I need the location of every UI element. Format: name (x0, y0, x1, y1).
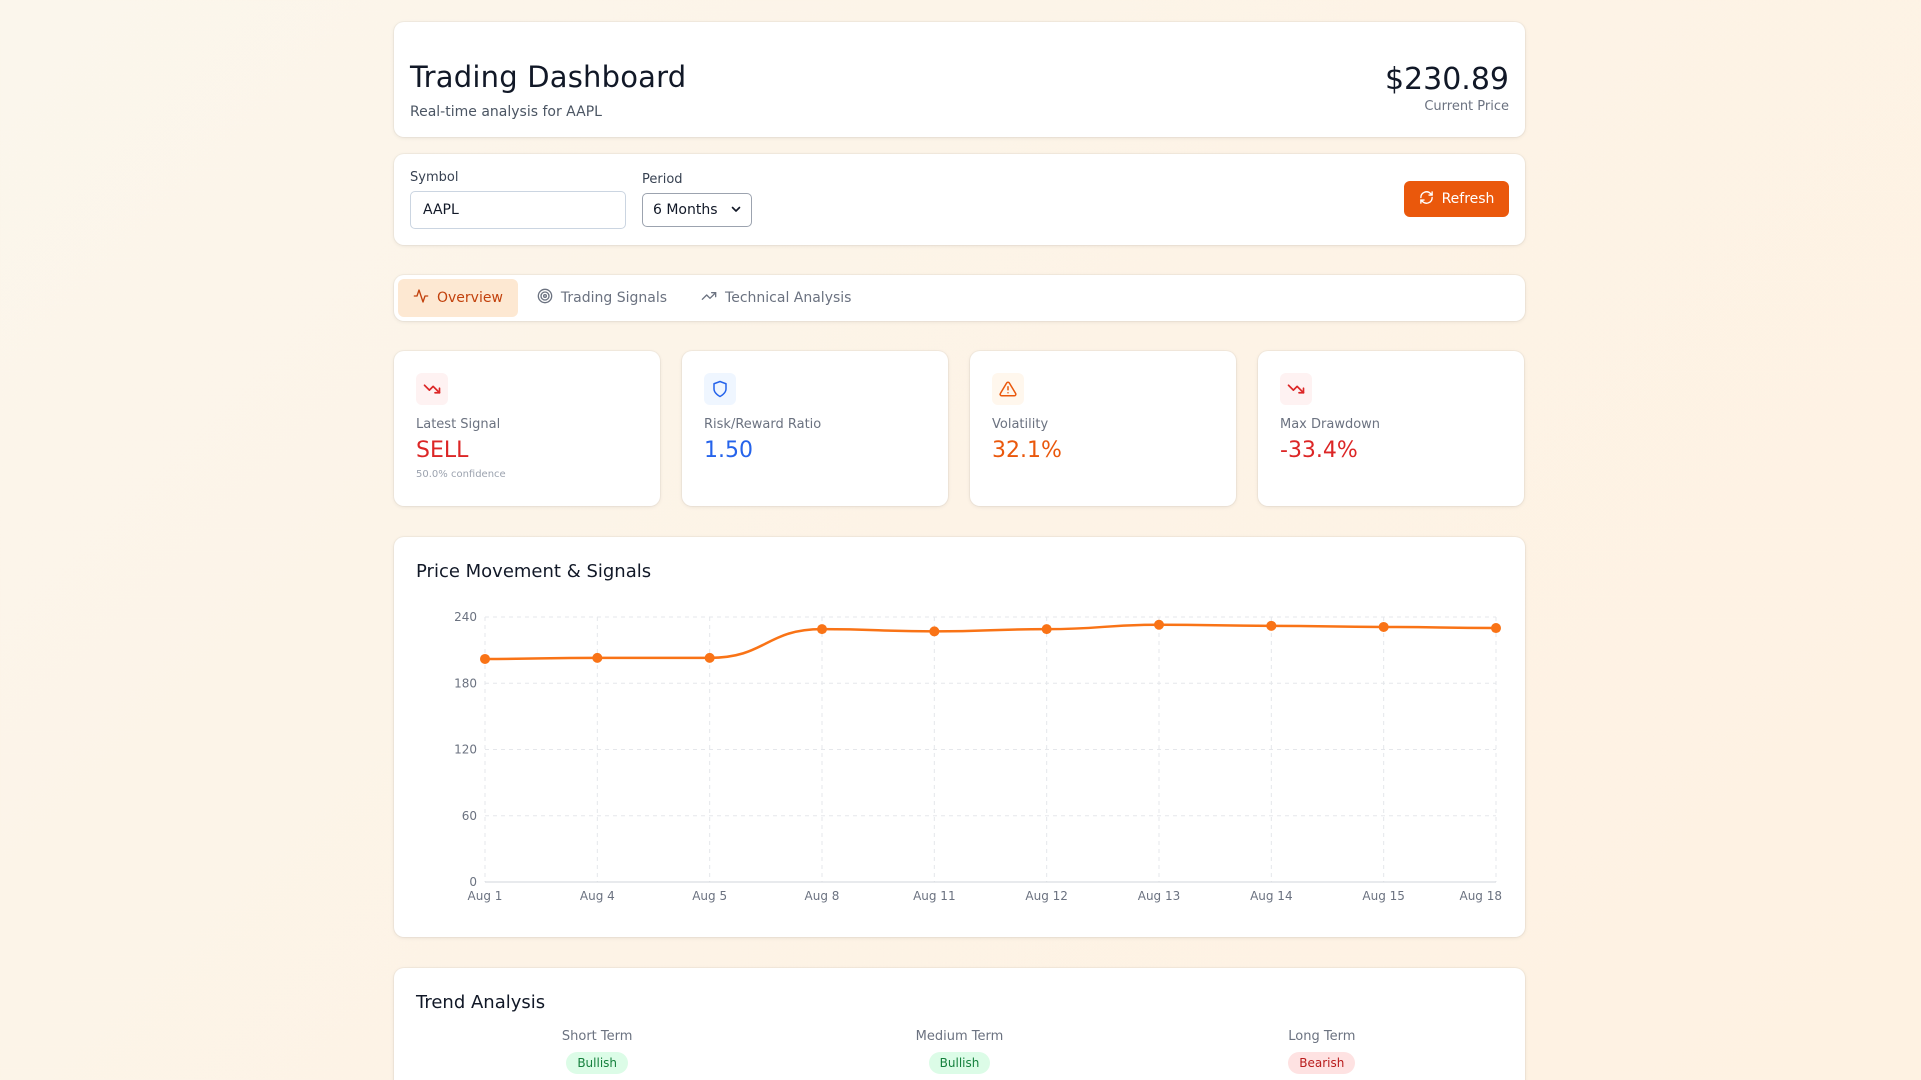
trend-label: Medium Term (915, 1029, 1004, 1044)
data-point (1378, 621, 1389, 632)
refresh-icon (1419, 190, 1434, 209)
data-point (704, 652, 715, 663)
metric-label: Volatility (992, 417, 1049, 432)
tab-trading-signals[interactable]: Trading Signals (522, 279, 682, 317)
data-point (480, 653, 490, 664)
target-icon (537, 288, 553, 308)
title-block: Trading Dashboard Real-time analysis for… (410, 60, 686, 120)
x-tick-label: Aug 14 (1250, 889, 1293, 903)
data-point (1266, 620, 1277, 631)
tab-technical-analysis[interactable]: Technical Analysis (686, 279, 866, 317)
data-point (1491, 623, 1501, 634)
data-point (592, 652, 603, 663)
period-selected-value: 6 Months (653, 202, 718, 218)
current-price-block: $230.89 Current Price (1385, 62, 1509, 114)
metric-value: SELL (416, 438, 469, 463)
metric-value: 32.1% (992, 438, 1062, 463)
trend-medium-term: Medium Term Bullish (778, 1029, 1140, 1074)
controls-card: Symbol Period 6 Months Refresh (394, 154, 1525, 245)
y-tick-label: 60 (462, 809, 477, 823)
trend-row: Short Term Bullish Medium Term Bullish L… (416, 1029, 1503, 1074)
tab-label: Trading Signals (560, 290, 668, 306)
y-tick-label: 120 (454, 743, 477, 757)
trending-up-icon (701, 288, 717, 308)
chevron-down-icon (731, 204, 741, 217)
metric-label: Latest Signal (416, 417, 501, 432)
x-tick-label: Aug 5 (692, 889, 727, 903)
y-tick-label: 240 (454, 610, 477, 624)
current-price-label: Current Price (1424, 99, 1509, 114)
page-title: Trading Dashboard (410, 60, 687, 94)
metric-value: 1.50 (704, 438, 753, 463)
x-tick-label: Aug 4 (580, 889, 615, 903)
alert-triangle-icon (992, 373, 1024, 405)
refresh-label: Refresh (1441, 191, 1495, 207)
page-subtitle: Real-time analysis for AAPL (410, 104, 602, 120)
period-field: Period 6 Months (642, 170, 752, 227)
trend-badge: Bullish (928, 1052, 991, 1074)
trend-long-term: Long Term Bearish (1141, 1029, 1503, 1074)
data-point (1154, 619, 1164, 630)
symbol-label: Symbol (410, 170, 459, 185)
metric-subtext: 50.0% confidence (416, 469, 506, 480)
x-tick-label: Aug 1 (468, 889, 503, 903)
y-tick-label: 180 (454, 676, 477, 690)
x-tick-label: Aug 11 (913, 889, 956, 903)
trending-down-icon (416, 373, 448, 405)
y-tick-label: 0 (469, 875, 477, 889)
tab-label: Technical Analysis (725, 290, 852, 306)
metric-value: -33.4% (1280, 438, 1358, 463)
trend-badge: Bullish (566, 1052, 629, 1074)
tab-bar: Overview Trading Signals Technical Analy… (394, 275, 1525, 321)
symbol-field: Symbol (410, 170, 626, 229)
metric-latest-signal: Latest Signal SELL 50.0% confidence (394, 351, 660, 506)
data-point (817, 624, 827, 635)
data-point (929, 626, 940, 637)
metric-volatility: Volatility 32.1% (970, 351, 1236, 506)
data-point (1041, 624, 1052, 635)
period-label: Period (642, 172, 683, 187)
header-card: Trading Dashboard Real-time analysis for… (394, 22, 1525, 137)
trend-badge: Bearish (1288, 1052, 1356, 1074)
x-tick-label: Aug 8 (805, 889, 840, 903)
shield-icon (704, 373, 736, 405)
trend-label: Short Term (561, 1029, 633, 1044)
tab-label: Overview (437, 290, 503, 306)
x-tick-label: Aug 15 (1362, 889, 1405, 903)
tab-overview[interactable]: Overview (398, 279, 518, 317)
price-chart-card: Price Movement & Signals 0 60 120 180 240 Aug… (394, 537, 1525, 937)
series-line (484, 623, 1497, 661)
metric-risk-reward: Risk/Reward Ratio 1.50 (682, 351, 948, 506)
refresh-button[interactable]: Refresh (1404, 181, 1509, 217)
trend-analysis-card: Trend Analysis Short Term Bullish Medium… (394, 968, 1525, 1080)
x-tick-label: Aug 18 (1459, 889, 1502, 903)
activity-icon (413, 288, 429, 308)
trend-title: Trend Analysis (416, 992, 546, 1013)
x-tick-label: Aug 13 (1138, 889, 1181, 903)
price-chart: 0 60 120 180 240 Aug 1 Aug 4 Aug 5 Aug 8 Aug 11 Au… (454, 610, 1502, 903)
trend-label: Long Term (1288, 1029, 1356, 1044)
metric-max-drawdown: Max Drawdown -33.4% (1258, 351, 1524, 506)
metric-label: Risk/Reward Ratio (704, 417, 822, 432)
current-price-value: $230.89 (1384, 62, 1509, 97)
period-select[interactable]: 6 Months (642, 193, 752, 227)
symbol-input[interactable] (410, 191, 626, 229)
dashboard: Trading Dashboard Real-time analysis for… (394, 22, 1525, 1080)
x-tick-label: Aug 12 (1025, 889, 1068, 903)
trending-down-icon (1280, 373, 1312, 405)
trend-short-term: Short Term Bullish (416, 1029, 778, 1074)
metric-label: Max Drawdown (1280, 417, 1381, 432)
metric-cards: Latest Signal SELL 50.0% confidence Risk… (394, 351, 1525, 506)
